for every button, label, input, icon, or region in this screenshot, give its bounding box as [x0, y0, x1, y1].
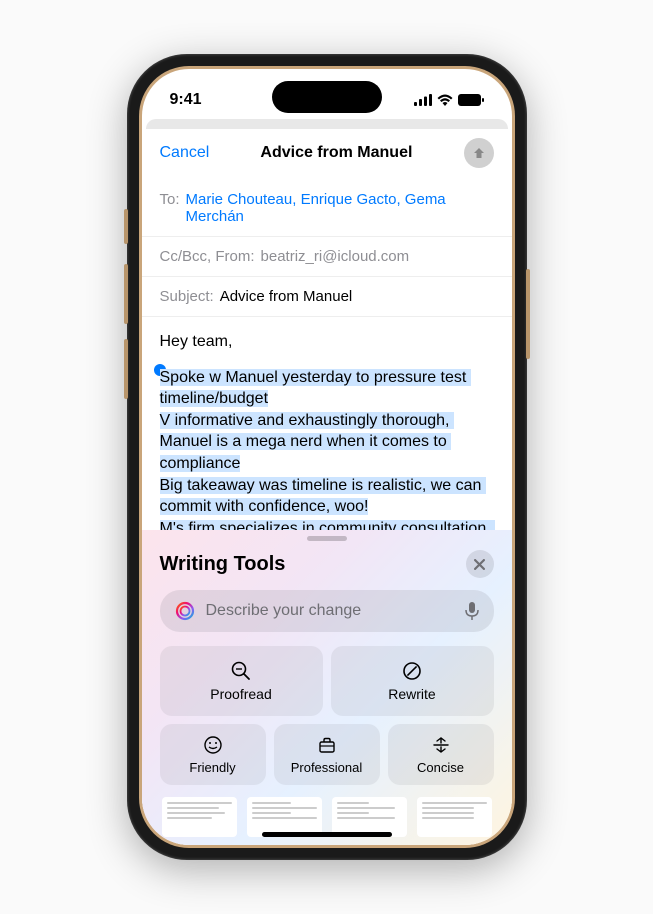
cancel-button[interactable]: Cancel — [160, 144, 210, 162]
body-greeting: Hey team, — [160, 331, 494, 353]
magnifier-check-icon — [230, 660, 252, 682]
compose-header: Cancel Advice from Manuel — [142, 126, 512, 180]
subject-label: Subject: — [160, 288, 214, 305]
proofread-label: Proofread — [210, 686, 271, 702]
from-email: beatriz_ri@icloud.com — [261, 248, 410, 265]
iphone-frame: 9:41 Cancel Advice from Manuel To — [127, 54, 527, 860]
status-icons — [414, 94, 484, 106]
action-button — [124, 209, 128, 244]
email-body[interactable]: Hey team, Spoke w Manuel yesterday to pr… — [142, 317, 512, 530]
ccbcc-label: Cc/Bcc, From: — [160, 248, 255, 265]
cellular-icon — [414, 94, 432, 106]
proofread-button[interactable]: Proofread — [160, 646, 323, 716]
apple-intelligence-icon — [174, 600, 196, 622]
compose-sheet: Cancel Advice from Manuel To: Marie Chou… — [142, 126, 512, 845]
concise-label: Concise — [417, 760, 464, 775]
writing-tools-panel: Writing Tools Describe your change — [142, 530, 512, 845]
writing-tools-title: Writing Tools — [160, 553, 286, 576]
subject-value: Advice from Manuel — [220, 288, 353, 305]
arrow-up-icon — [471, 145, 487, 161]
background-sheet-hint — [146, 119, 508, 129]
status-time: 9:41 — [170, 91, 202, 109]
to-recipients: Marie Chouteau, Enrique Gacto, Gema Merc… — [186, 191, 494, 225]
professional-button[interactable]: Professional — [274, 724, 380, 785]
professional-label: Professional — [291, 760, 363, 775]
microphone-icon[interactable] — [464, 601, 480, 621]
volume-up-button — [124, 264, 128, 324]
briefcase-icon — [317, 735, 337, 755]
volume-down-button — [124, 339, 128, 399]
compose-title: Advice from Manuel — [260, 144, 412, 162]
to-label: To: — [160, 191, 180, 225]
rewrite-button[interactable]: Rewrite — [331, 646, 494, 716]
close-button[interactable] — [466, 550, 494, 578]
concise-icon — [431, 735, 451, 755]
format-options-row — [160, 793, 494, 837]
dynamic-island — [272, 81, 382, 113]
friendly-button[interactable]: Friendly — [160, 724, 266, 785]
selected-text: Spoke w Manuel yesterday to pressure tes… — [160, 369, 496, 530]
to-field[interactable]: To: Marie Chouteau, Enrique Gacto, Gema … — [142, 180, 512, 237]
describe-change-placeholder: Describe your change — [206, 602, 454, 620]
ccbcc-from-field[interactable]: Cc/Bcc, From: beatriz_ri@icloud.com — [142, 237, 512, 277]
close-icon — [474, 559, 485, 570]
table-format-button[interactable] — [417, 797, 492, 837]
subject-field[interactable]: Subject: Advice from Manuel — [142, 277, 512, 317]
battery-icon — [458, 94, 484, 106]
describe-change-input[interactable]: Describe your change — [160, 590, 494, 632]
status-bar: 9:41 — [142, 69, 512, 119]
sheet-grabber[interactable] — [307, 536, 347, 541]
friendly-label: Friendly — [189, 760, 235, 775]
concise-button[interactable]: Concise — [388, 724, 494, 785]
rewrite-label: Rewrite — [388, 686, 435, 702]
summary-format-button[interactable] — [162, 797, 237, 837]
send-button[interactable] — [464, 138, 494, 168]
rewrite-icon — [401, 660, 423, 682]
smile-icon — [203, 735, 223, 755]
list-format-button[interactable] — [332, 797, 407, 837]
wifi-icon — [437, 94, 453, 106]
power-button — [526, 269, 530, 359]
home-indicator[interactable] — [262, 832, 392, 837]
keypoints-format-button[interactable] — [247, 797, 322, 837]
